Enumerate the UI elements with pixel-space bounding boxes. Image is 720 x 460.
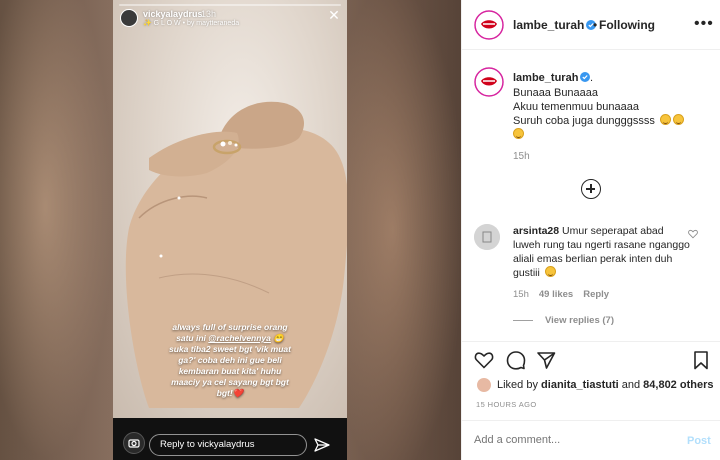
caption-suffix: .	[590, 72, 594, 84]
share-icon[interactable]	[536, 350, 556, 370]
caption-line: Suruh coba juga dungggssss	[513, 114, 713, 128]
heart-icon[interactable]	[688, 229, 698, 239]
story-mention[interactable]: @rachelvennya	[208, 333, 271, 343]
story-timestamp: 13h	[201, 9, 217, 19]
story-caption: always full of surprise orang satu ini @…	[121, 322, 339, 399]
likes-and: and	[621, 379, 641, 391]
grinning-emoji-icon	[672, 114, 684, 125]
caption-username[interactable]: lambe_turah	[513, 72, 591, 84]
background-blur-left	[0, 0, 113, 460]
caption-emoji: 😁	[270, 333, 284, 343]
liker-username[interactable]: dianita_tiastuti	[541, 379, 619, 391]
comment-icon[interactable]	[506, 350, 526, 370]
more-options-icon[interactable]: •••	[694, 16, 714, 32]
replies-divider	[513, 320, 533, 321]
header-separator: •	[593, 18, 598, 32]
grinning-emoji-icon	[544, 266, 556, 277]
story-filter-credit[interactable]: ✨ G L O W • by maytteraneda	[143, 19, 239, 27]
header-username[interactable]: lambe_turah	[513, 18, 597, 32]
liker-avatar[interactable]	[476, 377, 492, 393]
username-text: lambe_turah	[513, 72, 579, 84]
camera-icon[interactable]	[123, 432, 145, 454]
caption-text: Bunaaa Bunaaaa Akuu temenmuu bunaaaa Sur…	[513, 86, 713, 142]
caption-avatar[interactable]	[474, 67, 504, 97]
view-replies-button[interactable]: View replies (7)	[545, 315, 614, 326]
story-avatar[interactable]	[120, 9, 138, 27]
caption-line: suka tiba2 sweet bgt 'vik muat	[168, 344, 291, 354]
story-progress-bar	[119, 4, 341, 6]
caption-line: bgt!❤️	[216, 388, 244, 398]
caption-line: always full of surprise orang	[172, 322, 288, 332]
posted-time[interactable]: 15 HOURS AGO	[476, 400, 537, 409]
following-button[interactable]: Following	[599, 18, 655, 32]
post-actions	[462, 341, 720, 375]
comment-avatar[interactable]	[474, 224, 500, 250]
story-reply-input[interactable]: Reply to vickyalaydrus	[149, 434, 307, 456]
comment-time[interactable]: 15h	[513, 289, 529, 300]
caption-line: Akuu temenmuu bunaaaa	[513, 101, 639, 113]
grinning-emoji-icon	[659, 114, 671, 125]
comment-username[interactable]: arsinta28	[513, 225, 559, 237]
close-icon[interactable]: ✕	[327, 8, 341, 22]
username-text: lambe_turah	[513, 18, 585, 32]
caption-line	[513, 128, 713, 142]
load-more-comments-icon[interactable]	[581, 179, 601, 199]
avatar[interactable]	[474, 10, 504, 40]
background-blur-right	[347, 0, 461, 460]
comment-input[interactable]	[474, 434, 674, 446]
verified-icon	[580, 72, 591, 82]
story-username[interactable]: vickyalaydrus	[143, 9, 203, 19]
caption-time[interactable]: 15h	[513, 151, 530, 162]
reply-button[interactable]: Reply	[583, 289, 609, 300]
grinning-emoji-icon	[513, 128, 524, 139]
post-header: lambe_turah • Following •••	[462, 0, 720, 50]
post-sidebar: lambe_turah • Following ••• lambe_turah …	[461, 0, 720, 460]
story-card: vickyalaydrus 13h ✨ G L O W • by maytter…	[113, 0, 347, 460]
caption-line: kembaran buat kita' huhu	[178, 366, 282, 376]
comment-text: arsinta28 Umur seperapat abad luweh rung…	[513, 224, 693, 280]
comment-likes[interactable]: 49 likes	[539, 289, 573, 300]
caption-line: maaciy ya cel sayang bgt bgt	[171, 377, 289, 387]
bookmark-icon[interactable]	[691, 350, 711, 370]
caption-line: Bunaaa Bunaaaa	[513, 87, 599, 99]
caption-text: satu ini	[176, 333, 209, 343]
caption-line: satu ini @rachelvennya 😁	[121, 333, 339, 344]
likes-prefix: Liked by	[497, 379, 538, 391]
likes-count[interactable]: 84,802 others	[643, 379, 713, 391]
story-viewer: vickyalaydrus 13h ✨ G L O W • by maytter…	[0, 0, 461, 460]
comment-meta: 15h 49 likes Reply	[513, 289, 619, 300]
likes-summary: Liked by dianita_tiastuti and 84,802 oth…	[497, 379, 713, 391]
caption-line: ga?' coba deh ini gue beli	[178, 355, 282, 365]
add-comment-bar: Post	[462, 420, 720, 460]
heart-icon[interactable]	[474, 350, 494, 370]
caption-line-text: Suruh coba juga dungggssss	[513, 115, 655, 127]
post-button[interactable]: Post	[687, 435, 711, 447]
send-icon[interactable]	[313, 436, 331, 454]
